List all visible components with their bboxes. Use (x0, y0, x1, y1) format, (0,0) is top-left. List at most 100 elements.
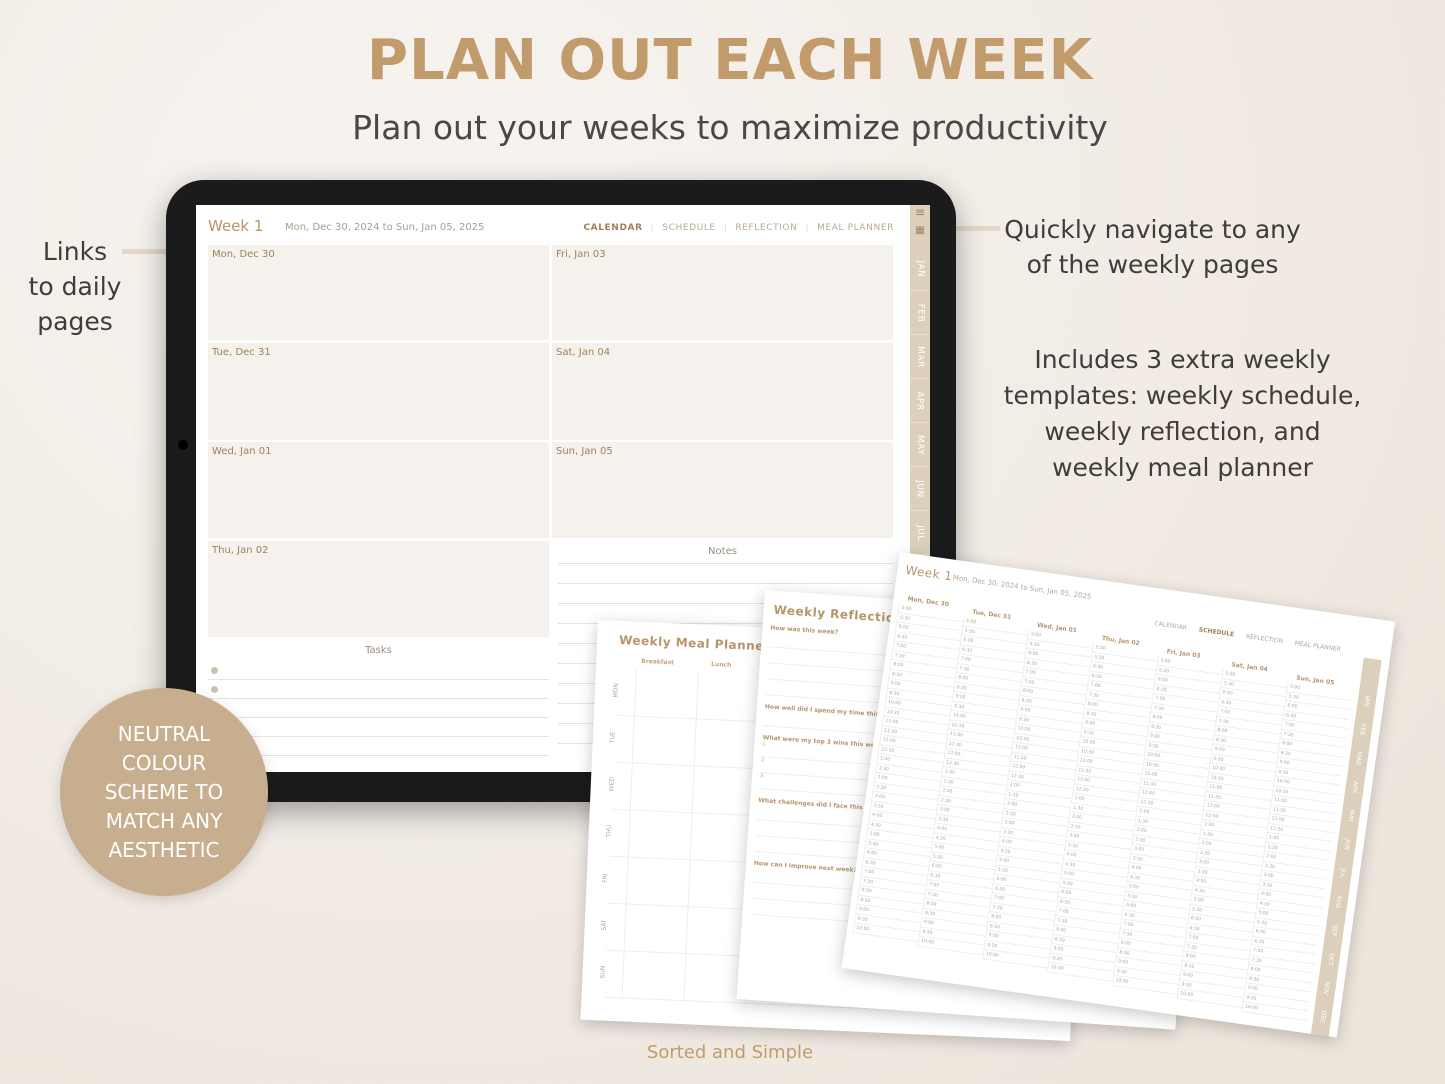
day-label[interactable]: Tue, Dec 31 (212, 347, 271, 358)
weekly-nav: CALENDAR | SCHEDULE | REFLECTION | MEAL PLA… (583, 223, 894, 233)
day-label[interactable]: Sat, Jan 04 (556, 347, 610, 358)
task-row[interactable] (208, 699, 549, 718)
badge-line: COLOUR (121, 750, 207, 775)
month-label: MAY (915, 434, 926, 455)
brand-footer: Sorted and Simple (646, 1042, 814, 1063)
day-cell-sat[interactable]: Sat, Jan 04 (552, 343, 893, 440)
tab-reflection[interactable]: REFLECTION (735, 223, 797, 233)
schedule-grid: Mon, Dec 30 5:00 5:30 6:00 6:30 7:00 7:30 8:00 8… (849, 594, 1358, 1025)
meal-cell[interactable] (631, 716, 696, 767)
meal-cell[interactable] (691, 766, 756, 816)
notes-line (558, 563, 893, 564)
month-tab-oct[interactable]: OCT (1320, 944, 1342, 975)
schedule-week-title: Week 1 (904, 563, 954, 584)
schedule-range: Mon, Dec 30, 2024 to Sun, Jan 05, 2025 (952, 573, 1092, 602)
task-checkbox[interactable] (211, 666, 218, 674)
menu-icon[interactable]: ≡ (910, 205, 930, 225)
month-label: MAR (1354, 751, 1364, 766)
month-tab-mar[interactable]: MAR (910, 335, 930, 379)
meal-day-label: SAT (600, 919, 609, 931)
meal-cell[interactable] (689, 813, 754, 863)
month-tab-dec[interactable]: DEC (1311, 1001, 1333, 1032)
tab-meal-planner[interactable]: MEAL PLANNER (817, 223, 894, 233)
badge-line: MATCH ANY (105, 808, 223, 833)
month-label: OCT (1326, 952, 1335, 967)
month-tab-apr[interactable]: APR (1344, 771, 1366, 802)
day-label[interactable]: Thu, Jan 02 (212, 545, 268, 556)
tab-calendar[interactable]: CALENDAR (583, 223, 642, 233)
month-tab-jul[interactable]: JUL (910, 511, 930, 555)
meal-cell[interactable] (621, 951, 686, 1002)
meal-cell[interactable] (625, 857, 690, 908)
camera-icon (178, 440, 188, 450)
month-label: MAR (915, 345, 925, 368)
day-cell-tue[interactable]: Tue, Dec 31 (208, 343, 549, 440)
meal-day-label: MON (612, 683, 620, 698)
meal-day-label: SUN (599, 965, 607, 979)
meal-day-label: TUE (609, 731, 617, 744)
task-checkbox[interactable] (211, 685, 218, 693)
month-tab-jan[interactable]: JAN (910, 247, 930, 291)
month-tab-may[interactable]: MAY (910, 423, 930, 467)
day-cell-sun[interactable]: Sun, Jan 05 (552, 442, 893, 538)
page-title: PLAN OUT EACH WEEK (367, 28, 1093, 93)
month-label: JUL (1338, 868, 1347, 879)
callout-navigation: Quickly navigate to any of the weekly pa… (990, 212, 1315, 282)
month-tab-jun[interactable]: JUN (1336, 829, 1358, 860)
month-tab-jan[interactable]: JAN (1356, 685, 1378, 716)
month-tab-aug[interactable]: AUG (1328, 886, 1350, 917)
day-cell-wed[interactable]: Wed, Jan 01 (208, 442, 549, 538)
task-row[interactable] (208, 718, 549, 737)
month-tab-feb[interactable]: FEB (1352, 714, 1374, 745)
month-tab-sep[interactable]: SEP (1324, 915, 1346, 946)
weekly-schedule-page: Week 1 Mon, Dec 30, 2024 to Sun, Jan 05,… (841, 552, 1396, 1038)
month-label: APR (915, 390, 925, 411)
meal-day-label: FRI (601, 873, 610, 883)
month-tab-nov[interactable]: NOV (1316, 972, 1338, 1003)
meal-cell[interactable] (695, 672, 760, 723)
month-tab-apr[interactable]: APR (910, 379, 930, 423)
callout-line: Links (42, 237, 108, 266)
notes-line (558, 583, 893, 584)
month-tab-mar[interactable]: MAR (1348, 743, 1370, 774)
callout-line: Quickly navigate to any (1004, 215, 1301, 244)
meal-day-label: WED (608, 776, 616, 792)
day-label[interactable]: Wed, Jan 01 (212, 446, 271, 457)
meal-cell[interactable] (687, 860, 752, 910)
task-row[interactable] (208, 661, 549, 680)
callout-line: to daily (28, 272, 122, 301)
day-label[interactable]: Mon, Dec 30 (212, 249, 275, 260)
day-cell-fri[interactable]: Fri, Jan 03 (552, 245, 893, 340)
day-label[interactable]: Sun, Jan 05 (556, 446, 613, 457)
callout-templates: Includes 3 extra weekly templates: weekl… (990, 342, 1375, 486)
month-label: JUL (914, 524, 925, 541)
month-tab-feb[interactable]: FEB (910, 291, 930, 335)
task-row[interactable] (208, 680, 549, 699)
month-tab-jul[interactable]: JUL (1332, 858, 1354, 889)
tab-schedule[interactable]: SCHEDULE (662, 223, 715, 233)
month-label: APR (1350, 780, 1360, 794)
meal-cell[interactable] (629, 763, 694, 814)
meal-col-header: Breakfast (641, 657, 675, 667)
month-label: NOV (1322, 981, 1331, 996)
month-label: JUN (1342, 838, 1351, 851)
month-label: SEP (1330, 924, 1339, 937)
month-label: MAY (1346, 809, 1356, 823)
colour-scheme-badge: NEUTRAL COLOUR SCHEME TO MATCH ANY AESTH… (60, 688, 268, 896)
day-label[interactable]: Fri, Jan 03 (556, 249, 606, 260)
badge-line: SCHEME TO (104, 779, 224, 804)
month-tab-jun[interactable]: JUN (910, 467, 930, 511)
month-tab-may[interactable]: MAY (1340, 800, 1362, 831)
meal-cell[interactable] (627, 810, 692, 861)
meal-planner-title: Weekly Meal Planner (618, 632, 771, 654)
callout-daily-links: Links to daily pages (20, 234, 130, 339)
calendar-icon[interactable]: ▦ (910, 225, 930, 247)
day-cell-mon[interactable]: Mon, Dec 30 (208, 245, 549, 340)
day-cell-thu[interactable]: Thu, Jan 02 (208, 541, 549, 637)
meal-cell[interactable] (633, 669, 698, 720)
meal-cell[interactable] (623, 904, 688, 955)
reflection-title: Weekly Reflection (773, 602, 905, 626)
week-title: Week 1 (208, 217, 264, 235)
meal-cell[interactable] (693, 719, 758, 770)
callout-line: weekly reflection, and (1044, 417, 1321, 446)
